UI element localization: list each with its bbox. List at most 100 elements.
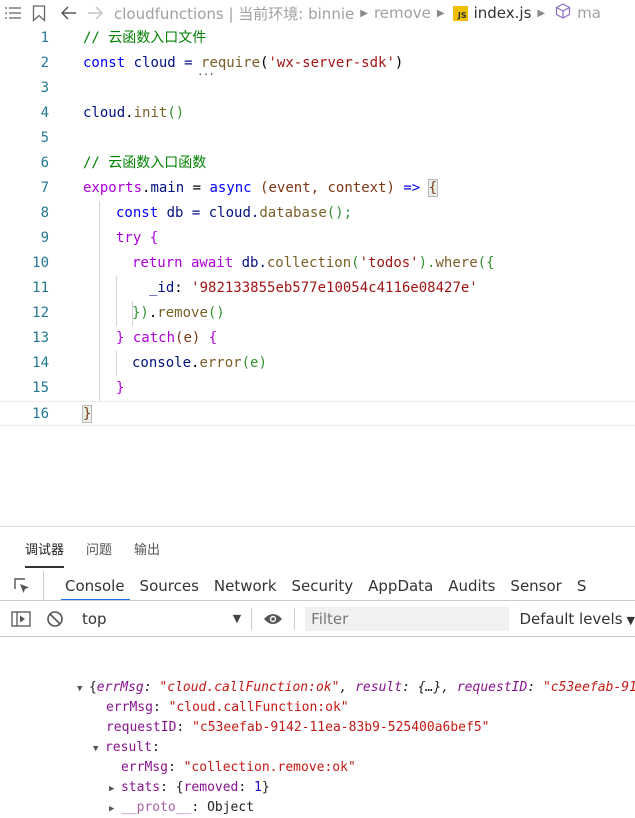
tab-security[interactable]: Security [292, 571, 369, 600]
back-arrow-icon[interactable] [56, 0, 82, 26]
chevron-down-icon: ▼ [626, 613, 635, 627]
clear-console-icon[interactable] [38, 601, 72, 637]
code-params: (e) [175, 330, 201, 346]
code-brace-highlight: } [81, 405, 93, 423]
code-identifier: console [132, 355, 192, 371]
code-punct: (e) [241, 355, 267, 371]
tab-console[interactable]: Console [61, 571, 140, 600]
code-string: 'wx-server-sdk' [268, 55, 395, 71]
code-brace: } [116, 380, 125, 396]
code-keyword: catch [124, 330, 176, 346]
breadcrumb-separator-icon: ▶ [436, 7, 445, 19]
code-punct: }) [132, 305, 149, 321]
code-function: where [435, 255, 478, 271]
line-number: 6 [40, 155, 49, 171]
code-property: main [150, 180, 185, 196]
code-line: 3 [0, 76, 635, 101]
line-number: 2 [40, 55, 49, 71]
tab-appdata[interactable]: AppData [368, 571, 448, 600]
code-identifier: cloud = [125, 55, 202, 71]
code-function: remove [157, 305, 208, 321]
tab-sources[interactable]: Sources [140, 571, 214, 600]
list-icon[interactable] [0, 0, 26, 26]
console-prop-row: errMsg: "collection.remove:ok" [120, 760, 356, 775]
cube-symbol-icon [555, 3, 571, 23]
code-identifier: exports [83, 180, 143, 196]
tab-audits[interactable]: Audits [448, 571, 510, 600]
filter-input[interactable]: Filter [305, 606, 510, 631]
code-keyword: const [116, 205, 159, 221]
console-prop-row: requestID: "c53eefab-9142-11ea-83b9-5254… [105, 720, 490, 735]
code-comment: // 云函数入口函数 [83, 155, 207, 171]
line-number: 12 [32, 305, 49, 321]
bookmark-icon[interactable] [26, 0, 52, 26]
toggle-sidebar-icon[interactable] [4, 601, 38, 637]
code-arrow: => [403, 180, 421, 196]
code-comment: // 云函数入口文件 [83, 30, 207, 46]
eye-icon[interactable] [256, 601, 290, 637]
tab-sensor[interactable]: Sensor [510, 571, 576, 600]
forward-arrow-icon[interactable] [82, 0, 108, 26]
console-prop-row[interactable]: ▶__proto__: Object [62, 778, 254, 815]
console-prop-row[interactable]: ▼ result: [46, 718, 160, 755]
code-editor[interactable]: 1 // 云函数入口文件 2 const cloud = require('wx… [0, 26, 635, 526]
code-function: collection [266, 255, 352, 271]
code-keyword: async [209, 180, 252, 196]
code-property: _id [149, 280, 175, 296]
code-params: (event, context) [251, 180, 404, 196]
code-identifier: cloud [83, 105, 126, 121]
breadcrumb-symbol[interactable]: ma [577, 4, 601, 22]
code-identifier: db. [233, 255, 267, 271]
context-select[interactable]: top ▼ [82, 610, 247, 628]
line-number: 8 [40, 205, 49, 221]
code-line: 12 }).remove() [0, 301, 635, 326]
line-number: 1 [40, 30, 49, 46]
line-number: 10 [32, 255, 49, 271]
line-number: 15 [32, 380, 49, 396]
line-number: 16 [32, 406, 49, 422]
line-number: 3 [40, 80, 49, 96]
inspect-element-icon[interactable] [0, 571, 44, 600]
tab-output[interactable]: 输出 [134, 533, 160, 564]
breadcrumb-folder[interactable]: remove [374, 4, 431, 22]
console-prop-row[interactable]: ▶__proto__: Object [46, 798, 238, 818]
code-punct: (); [326, 205, 353, 221]
code-line: 7 exports.main = async (event, context) … [0, 176, 635, 201]
breadcrumb-project[interactable]: cloudfunctions | 当前环境: binnie [114, 3, 354, 24]
code-keyword: await [182, 255, 234, 271]
code-line: 5 [0, 126, 635, 151]
code-string: '982133855eb577e10054c4116e08427e' [191, 280, 478, 296]
toolbar-divider [251, 607, 253, 630]
code-line: 6 // 云函数入口函数 [0, 151, 635, 176]
code-line: 13 } catch(e) { [0, 326, 635, 351]
code-punct: ). [418, 255, 436, 271]
tab-debugger[interactable]: 调试器 [25, 533, 65, 568]
code-punct: ) [394, 55, 404, 71]
debug-panel-tabs: 调试器 问题 输出 [0, 527, 635, 569]
devtools-panel: 调试器 问题 输出 Console Sources Network Securi… [0, 526, 635, 818]
code-line: 15 } [0, 376, 635, 401]
log-levels-select[interactable]: Default levels ▼ [519, 610, 635, 628]
code-function: error [199, 355, 242, 371]
console-prop-row[interactable]: ▶ stats: {removed: 1} [62, 758, 270, 795]
code-keyword: return [132, 255, 183, 271]
tab-network[interactable]: Network [214, 571, 292, 600]
code-line-current: 16 } [0, 401, 635, 426]
line-number: 4 [40, 105, 49, 121]
editor-breadcrumb-bar: cloudfunctions | 当前环境: binnie ▶ remove ▶… [0, 0, 635, 26]
tab-problems[interactable]: 问题 [86, 533, 112, 564]
breadcrumb-file[interactable]: index.js [474, 4, 532, 22]
line-number: 7 [40, 180, 49, 196]
code-punct: () [207, 305, 225, 321]
code-line: 9 try { [0, 226, 635, 251]
console-toolbar: top ▼ Filter Default levels ▼ [0, 601, 635, 637]
line-number: 14 [32, 355, 49, 371]
code-keyword: try [116, 230, 142, 246]
code-punct: : [174, 280, 192, 296]
filter-placeholder: Filter [311, 609, 349, 628]
code-line: 10 return await db.collection('todos').w… [0, 251, 635, 276]
log-levels-value: Default levels [519, 609, 623, 628]
tab-overflow[interactable]: S [577, 571, 602, 600]
console-log-entry[interactable]: ▼ {errMsg: "cloud.callFunction:ok", resul… [30, 658, 635, 695]
chevron-down-icon: ▼ [232, 612, 242, 625]
